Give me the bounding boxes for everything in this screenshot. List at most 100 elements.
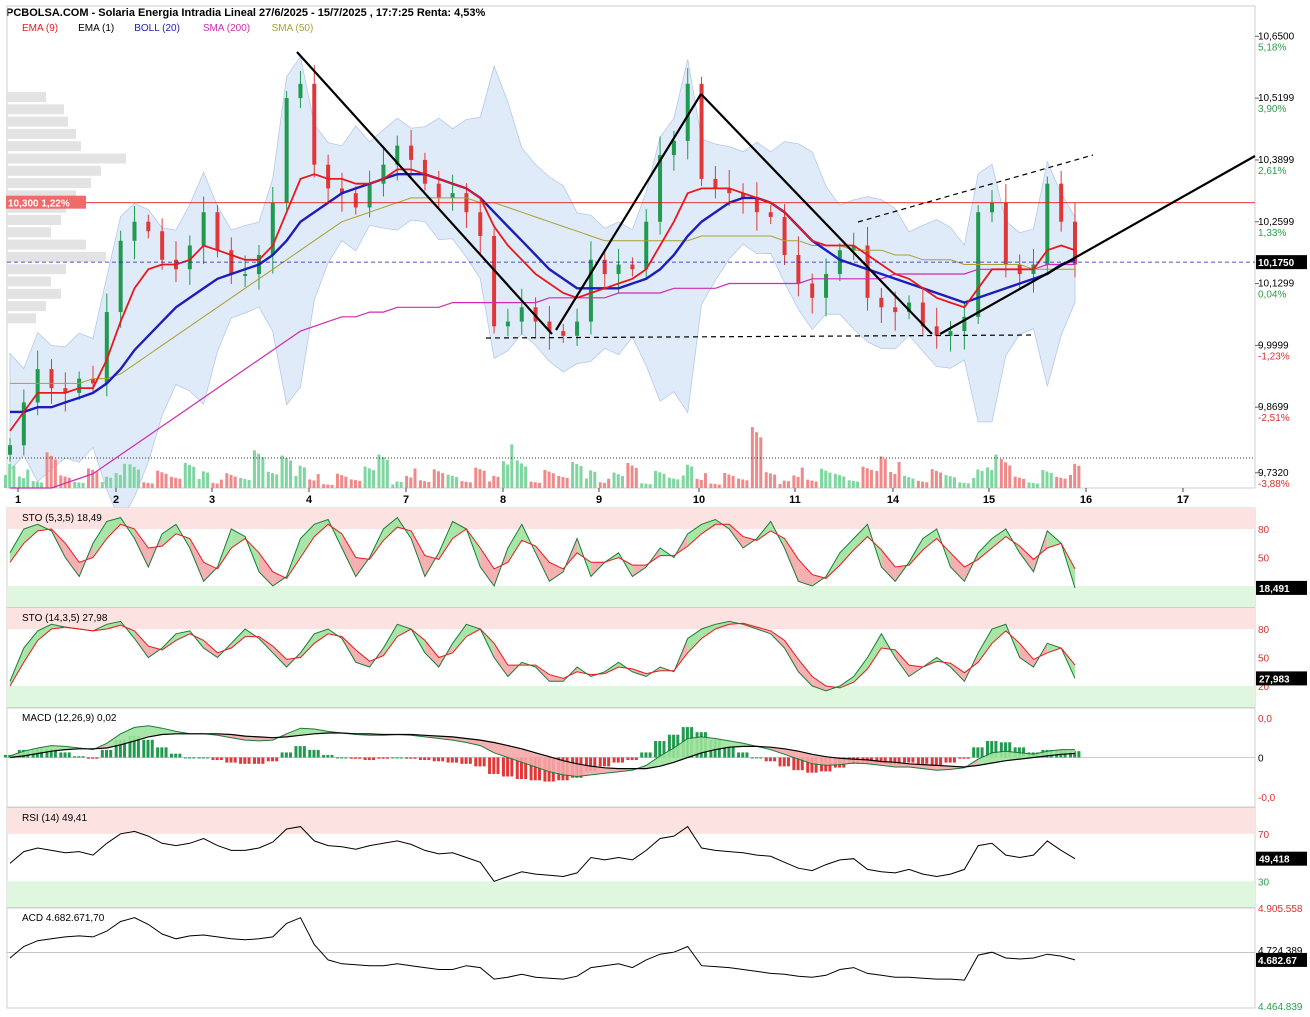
volume-bar [820, 468, 824, 488]
candle-body [381, 164, 386, 184]
volume-bar [897, 462, 901, 488]
candle-body [160, 231, 165, 260]
histogram-bar [308, 749, 312, 758]
candle-body [104, 312, 109, 384]
histogram-bar [782, 757, 786, 767]
volume-profile-bar [6, 239, 86, 250]
volume-bar [1027, 482, 1031, 488]
histogram-bar [178, 753, 182, 758]
histogram-bar [427, 757, 431, 761]
volume-bar [814, 481, 818, 488]
histogram-bar [786, 757, 790, 767]
histogram-bar [413, 757, 417, 759]
histogram-bar [778, 757, 782, 767]
volume-profile-bar [6, 141, 81, 152]
volume-bar [252, 450, 256, 488]
histogram-bar [243, 757, 247, 764]
volume-bar [925, 482, 929, 488]
candle-body [671, 140, 676, 156]
histogram-bar [648, 752, 652, 758]
candle-body [658, 155, 663, 222]
volume-bar [418, 480, 422, 488]
volume-bar [907, 477, 911, 488]
volume-bar [893, 474, 897, 488]
volume-bar [713, 484, 717, 488]
volume-bar [764, 472, 768, 488]
volume-bar [266, 471, 270, 488]
y-tick-label: 50 [1258, 654, 1270, 665]
histogram-bar [206, 757, 210, 759]
y-tick-label: 9,9999 [1258, 340, 1289, 351]
histogram-bar [478, 757, 482, 767]
histogram-bar [100, 749, 104, 758]
y-tick-label: 10,3899 [1258, 155, 1295, 166]
x-tick-label: 17 [1177, 494, 1189, 506]
candle-body [312, 83, 317, 165]
legend-item-2: BOLL (20) [134, 23, 180, 34]
volume-bar [506, 464, 510, 488]
volume-bar [142, 482, 146, 488]
candle-body [990, 202, 995, 213]
histogram-bar [146, 739, 150, 758]
histogram-bar [405, 757, 409, 759]
volume-bar [519, 463, 523, 488]
histogram-bar [962, 757, 966, 759]
histogram-bar [73, 756, 77, 758]
histogram-bar [4, 754, 7, 758]
histogram-bar [418, 757, 422, 761]
volume-bar [215, 483, 219, 488]
volume-bar [944, 475, 948, 488]
volume-profile-bar [6, 128, 76, 139]
volume-bar [436, 471, 440, 488]
last-price-label: 10,1750 [1258, 258, 1295, 269]
histogram-bar [215, 757, 219, 761]
histogram-bar [322, 754, 326, 758]
volume-bar [786, 481, 790, 488]
volume-bar [579, 466, 583, 488]
candle-body [810, 283, 815, 298]
histogram-bar [602, 757, 606, 767]
volume-bar [316, 474, 320, 488]
candle-body [298, 83, 303, 99]
volume-bar [741, 479, 745, 488]
histogram-bar [105, 749, 109, 758]
histogram-bar [976, 747, 980, 758]
volume-bar [537, 482, 541, 488]
volume-bar [883, 458, 887, 488]
volume-profile-bar [6, 92, 46, 102]
candle-body [353, 193, 358, 208]
histogram-bar [239, 757, 243, 764]
volume-bar [335, 473, 339, 488]
histogram-bar [164, 747, 168, 758]
volume-bar [312, 480, 316, 488]
y-tick-pct: 3,90% [1258, 104, 1286, 115]
x-tick-label: 2 [113, 494, 119, 506]
histogram-bar [77, 756, 81, 758]
y-tick-pct: 5,18% [1258, 42, 1286, 53]
histogram-bar [169, 753, 173, 758]
volume-bar [399, 482, 403, 488]
x-tick-label: 7 [403, 494, 409, 506]
volume-bar [1008, 465, 1012, 488]
volume-profile-bar [6, 178, 91, 189]
histogram-bar [391, 757, 395, 759]
volume-bar [861, 466, 865, 488]
volume-bar [824, 470, 828, 488]
volume-bar [939, 472, 943, 488]
volume-bar [26, 469, 30, 488]
histogram-bar [482, 757, 486, 767]
volume-bar [59, 475, 63, 488]
volume-profile-bar [6, 276, 51, 287]
histogram-bar [59, 752, 63, 758]
volume-bar [699, 480, 703, 488]
volume-bar [703, 473, 707, 488]
histogram-bar [773, 757, 777, 762]
candle-body [146, 221, 151, 232]
volume-bar [962, 482, 966, 488]
histogram-bar [298, 746, 302, 758]
histogram-bar [188, 757, 192, 759]
histogram-bar [367, 757, 371, 761]
volume-bar [261, 457, 265, 488]
histogram-bar [183, 757, 187, 759]
histogram-bar [225, 757, 229, 763]
